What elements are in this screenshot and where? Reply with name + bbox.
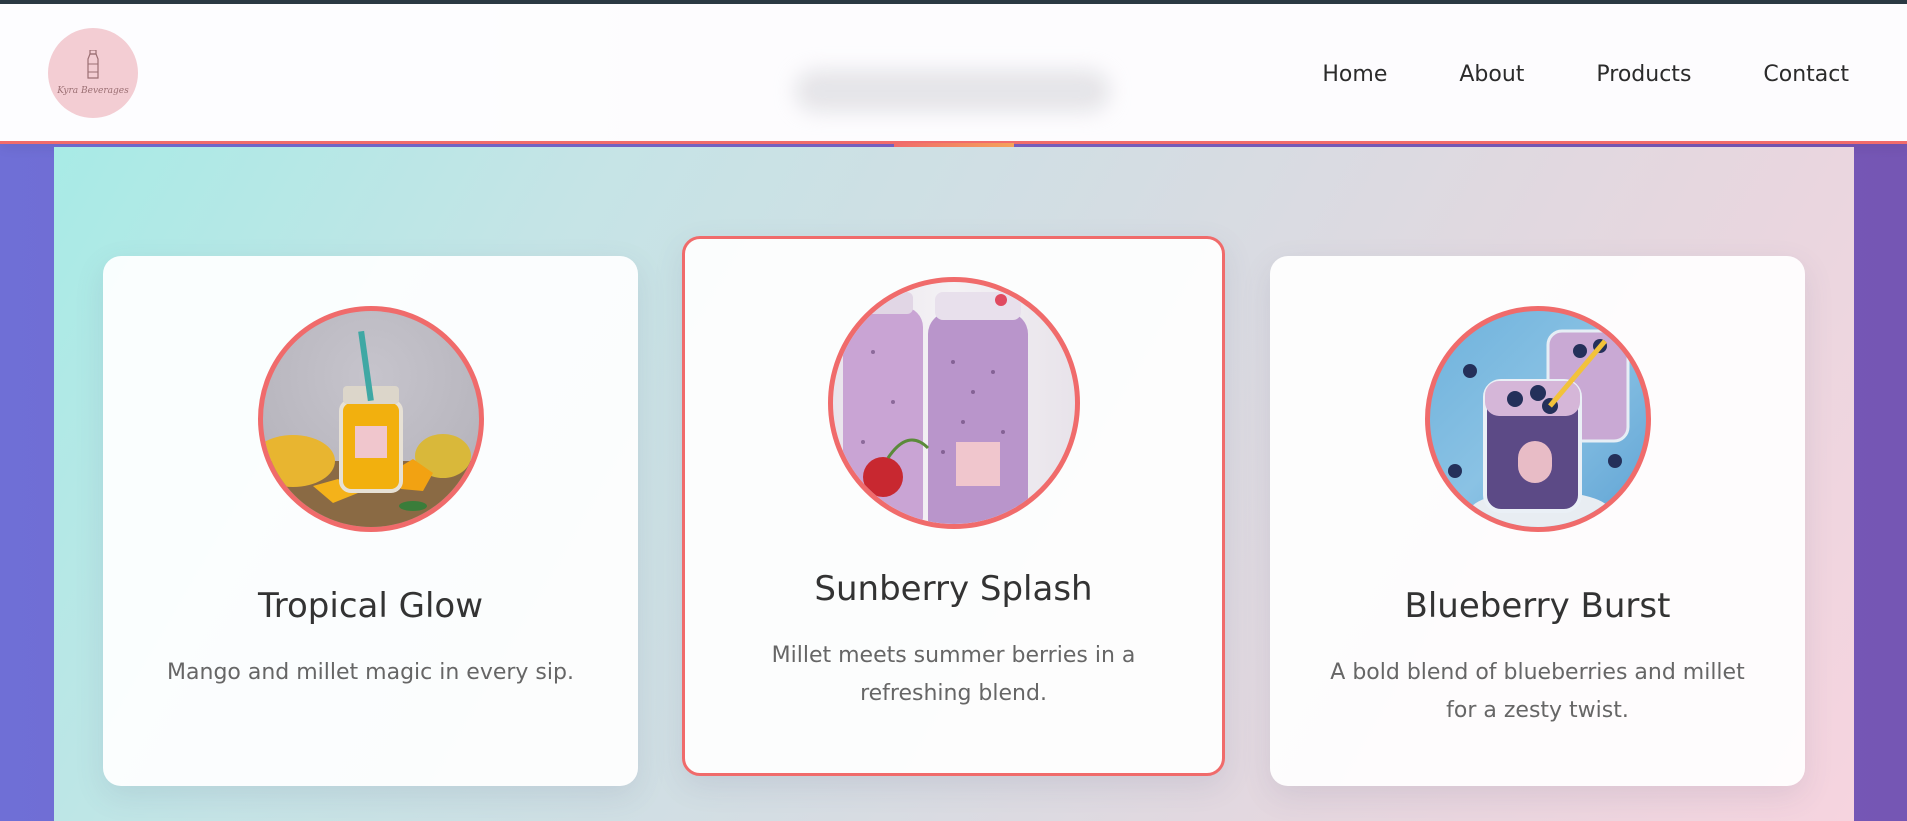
mango-drink-image	[257, 306, 484, 532]
product-card-blueberry-burst[interactable]: Blueberry Burst A bold blend of blueberr…	[1270, 256, 1805, 786]
product-description: A bold blend of blueberries and millet f…	[1330, 660, 1745, 723]
main-nav: Home About Products Contact	[1322, 62, 1849, 87]
nav-home[interactable]: Home	[1322, 62, 1387, 87]
nav-about[interactable]: About	[1459, 62, 1524, 87]
nav-products[interactable]: Products	[1596, 62, 1691, 87]
product-card-tropical-glow[interactable]: Tropical Glow Mango and millet magic in …	[103, 256, 638, 786]
product-title: Blueberry Burst	[1404, 586, 1671, 626]
brand-logo[interactable]: Kyra Beverages	[48, 28, 138, 118]
product-title: Sunberry Splash	[814, 569, 1093, 609]
mango-drink-illustration	[262, 330, 479, 527]
bottle-icon	[87, 50, 99, 79]
site-header: Kyra Beverages Home About Products Conta…	[0, 4, 1907, 144]
product-description: Mango and millet magic in every sip.	[167, 660, 574, 685]
product-card-sunberry-splash[interactable]: Sunberry Splash Millet meets summer berr…	[682, 236, 1225, 776]
product-title: Tropical Glow	[257, 586, 484, 626]
blueberry-drink-image	[1424, 306, 1651, 532]
header-decoration	[795, 70, 1110, 112]
blueberry-drink-illustration	[1447, 329, 1629, 527]
logo-text: Kyra Beverages	[57, 86, 129, 96]
product-description: Millet meets summer berries in a refresh…	[771, 643, 1136, 706]
berry-drink-illustration	[842, 292, 1028, 524]
berry-drink-image	[827, 277, 1080, 529]
nav-contact[interactable]: Contact	[1763, 62, 1849, 87]
